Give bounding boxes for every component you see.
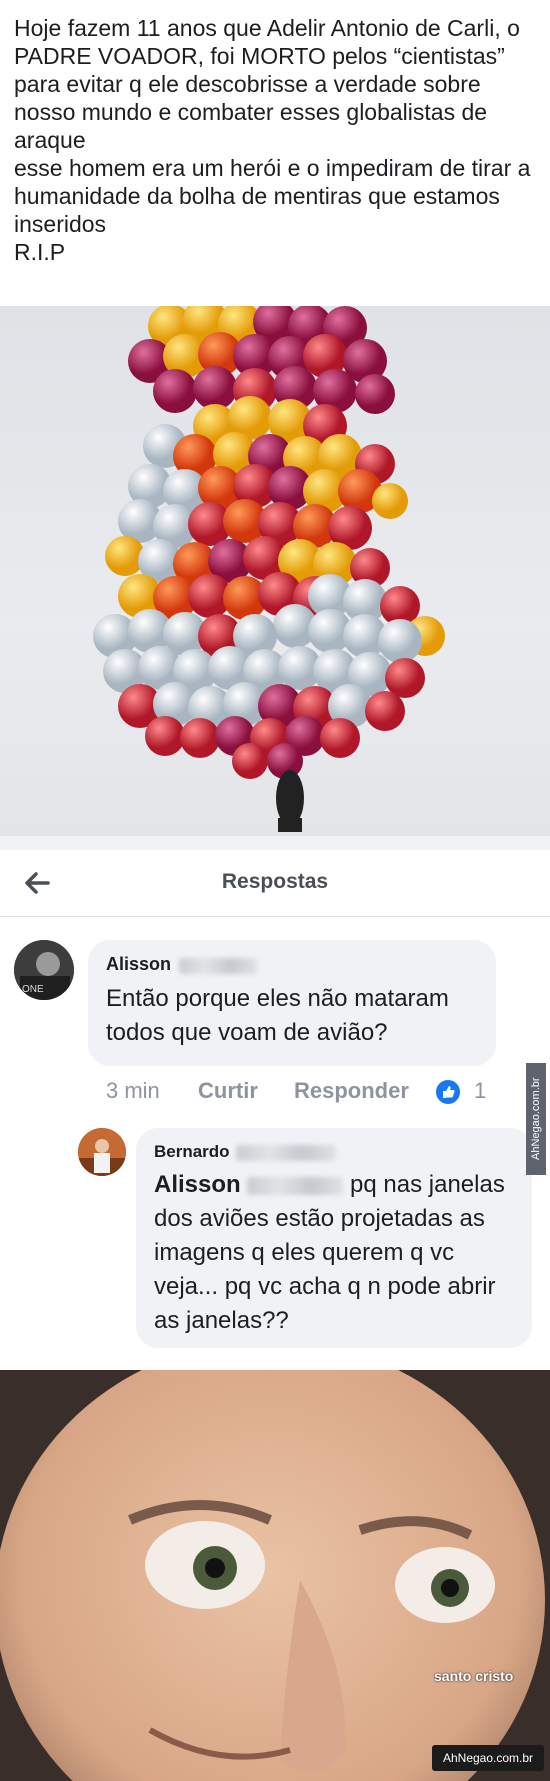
- blurred-surname: [179, 957, 258, 974]
- replies-panel: Respostas ONE Alisson Então porque eles …: [0, 850, 550, 1370]
- reply-button[interactable]: Responder: [294, 1078, 409, 1104]
- blurred-surname: [247, 1176, 344, 1195]
- comment-author[interactable]: Alisson: [106, 954, 258, 975]
- thumbs-up-glyph: [443, 1086, 455, 1098]
- like-button[interactable]: Curtir: [198, 1078, 258, 1104]
- replies-header: Respostas: [0, 850, 550, 917]
- meme-image: [0, 1370, 550, 1781]
- brand-watermark: AhNegao.com.br: [432, 1745, 544, 1771]
- blurred-surname: [236, 1144, 337, 1161]
- gru-face-illustration: [0, 1370, 550, 1781]
- reaction-count[interactable]: 1: [474, 1078, 486, 1104]
- avatar-image: [78, 1128, 126, 1176]
- avatar[interactable]: [78, 1128, 126, 1176]
- post-text: Hoje fazem 11 anos que Adelir Antonio de…: [14, 15, 531, 265]
- balloons-illustration: [93, 306, 445, 832]
- replies-title: Respostas: [221, 870, 329, 893]
- comment-bubble: Alisson Então porque eles não mataram to…: [88, 940, 496, 1066]
- mention-link[interactable]: Alisson: [154, 1171, 241, 1198]
- comment-text: Alisson pq nas janelas dos aviões estão …: [154, 1168, 514, 1338]
- meme-caption: santo cristo: [434, 1668, 514, 1684]
- section-divider: [0, 836, 550, 850]
- side-watermark: AhNegao.com.br: [526, 1063, 546, 1175]
- comment-author[interactable]: Bernardo: [154, 1142, 337, 1162]
- comment-text: Então porque eles não mataram todos que …: [106, 985, 449, 1046]
- thumbs-up-icon[interactable]: [436, 1080, 460, 1104]
- post-text-section: Hoje fazem 11 anos que Adelir Antonio de…: [0, 0, 550, 306]
- avatar[interactable]: ONE: [14, 940, 74, 1000]
- comment-time[interactable]: 3 min: [106, 1078, 160, 1104]
- comment-bubble: Bernardo Alisson pq nas janelas dos aviõ…: [136, 1128, 532, 1348]
- balloons-photo: [0, 306, 550, 836]
- svg-text:ONE: ONE: [22, 984, 44, 995]
- avatar-image: ONE: [14, 940, 74, 1000]
